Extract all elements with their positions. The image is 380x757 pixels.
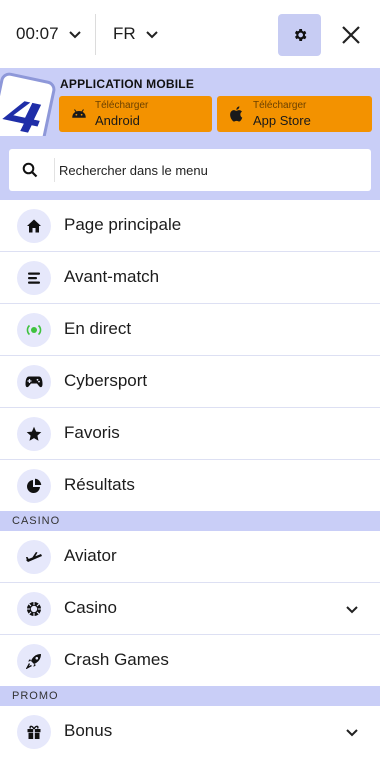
section-header-promo: PROMO	[0, 686, 380, 706]
search-box[interactable]	[9, 149, 371, 191]
gift-icon	[27, 725, 41, 739]
menu-item-label: Page principale	[64, 215, 182, 234]
section-title: PROMO	[12, 690, 59, 702]
star-icon	[26, 426, 42, 441]
chevron-down-icon[interactable]	[345, 602, 359, 616]
chevron-down-icon	[145, 31, 158, 39]
gamepad-icon	[25, 376, 43, 388]
time-value: 00:07	[16, 24, 59, 43]
download-android-button[interactable]: Télécharger Android	[59, 96, 212, 132]
banner-title: APPLICATION MOBILE	[60, 77, 195, 91]
menu-item-aviator[interactable]: Aviator	[0, 531, 380, 583]
search-area	[0, 136, 380, 200]
language-value: FR	[113, 24, 136, 43]
menu-item-label: Aviator	[64, 546, 117, 565]
app-logo	[0, 70, 58, 136]
section-header-casino: CASINO	[0, 511, 380, 531]
menu-item-bonus[interactable]: Bonus	[0, 706, 380, 757]
mobile-app-banner: APPLICATION MOBILE Télécharger Android T…	[0, 68, 380, 136]
close-icon	[342, 26, 360, 44]
time-selector[interactable]: 00:07	[16, 20, 83, 48]
menu-item-label: Bonus	[64, 721, 113, 740]
menu-item-label: Casino	[64, 598, 117, 617]
download-appstore-label: App Store	[253, 113, 311, 128]
menu-item-casino[interactable]: Casino	[0, 583, 380, 635]
menu-item-crash-games[interactable]: Crash Games	[0, 635, 380, 687]
menu-item-cybersport[interactable]: Cybersport	[0, 356, 380, 408]
poker-chip-icon	[27, 602, 41, 616]
home-icon	[27, 219, 41, 233]
menu-item-label: Crash Games	[64, 650, 169, 669]
menu-item-label: Résultats	[64, 475, 135, 494]
menu-item-label: Avant-match	[64, 267, 160, 286]
pie-chart-icon	[27, 478, 42, 493]
search-icon	[22, 162, 38, 178]
search-input[interactable]	[59, 149, 359, 191]
chevron-down-icon	[68, 31, 81, 39]
menu-item-results[interactable]: Résultats	[0, 460, 380, 512]
search-divider	[54, 158, 55, 182]
language-selector[interactable]: FR	[113, 20, 160, 48]
download-android-label: Android	[95, 113, 140, 128]
settings-button[interactable]	[278, 14, 321, 56]
chevron-down-icon[interactable]	[345, 725, 359, 739]
rocket-icon	[26, 654, 41, 669]
menu-item-label: En direct	[64, 319, 132, 338]
menu-item-prematch[interactable]: Avant-match	[0, 252, 380, 304]
airplane-icon	[26, 552, 42, 562]
menu-item-label: Favoris	[64, 423, 120, 442]
close-button[interactable]	[336, 20, 366, 50]
android-icon	[72, 109, 86, 118]
menu-item-label: Cybersport	[64, 371, 148, 390]
top-bar: 00:07 FR	[0, 0, 380, 68]
menu-item-favorites[interactable]: Favoris	[0, 408, 380, 460]
download-appstore-caption: Télécharger	[253, 100, 307, 111]
menu-item-live[interactable]: En direct	[0, 304, 380, 356]
apple-icon	[230, 106, 243, 122]
gear-icon	[294, 29, 306, 41]
section-title: CASINO	[12, 515, 61, 527]
download-appstore-button[interactable]: Télécharger App Store	[217, 96, 372, 132]
download-android-caption: Télécharger	[95, 100, 149, 111]
menu-item-home[interactable]: Page principale	[0, 200, 380, 252]
list-icon	[28, 272, 40, 284]
divider	[95, 14, 96, 55]
live-icon	[26, 324, 42, 336]
